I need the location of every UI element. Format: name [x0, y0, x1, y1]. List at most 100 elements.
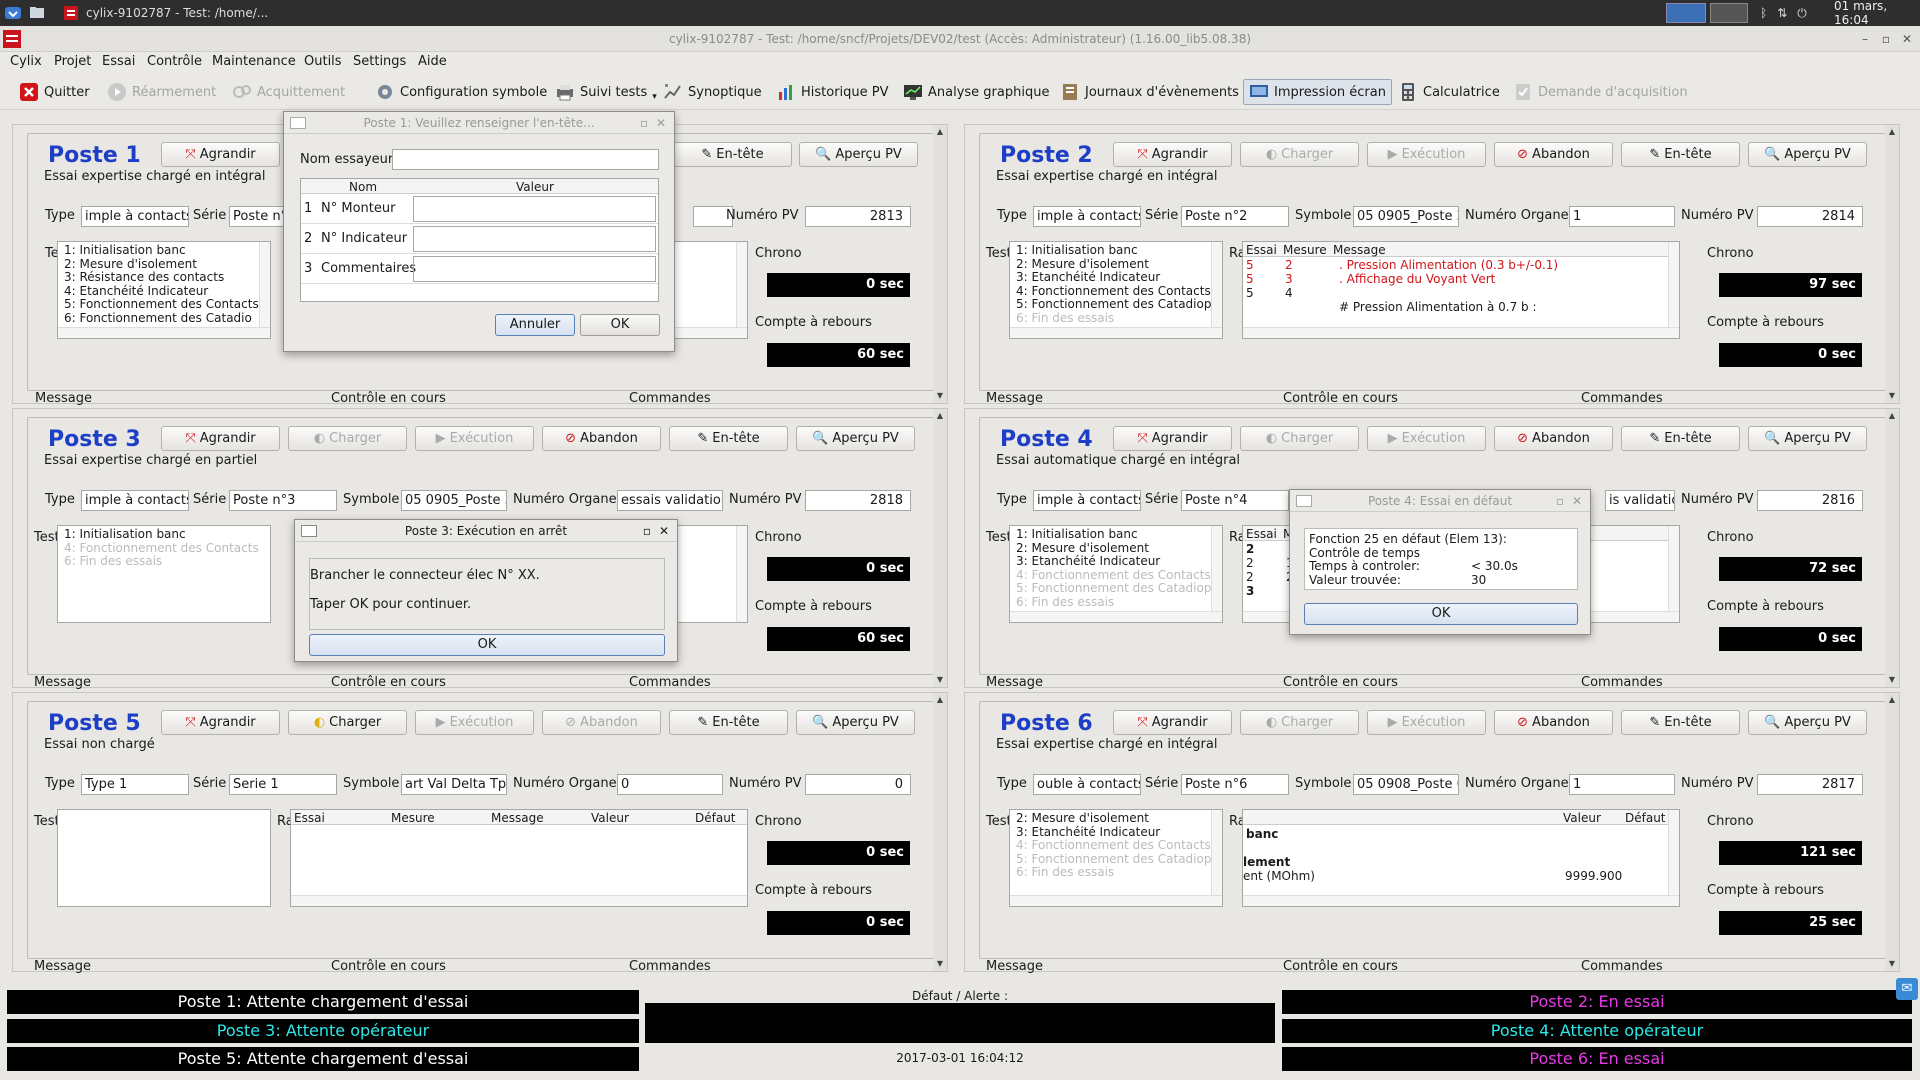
apercu-pv-button[interactable]: 🔍 Aperçu PV	[799, 142, 918, 167]
list-item[interactable]: 4: Fonctionnement des Contacts	[1016, 284, 1216, 299]
scrollbar[interactable]	[1010, 611, 1222, 622]
abandon-button[interactable]: ⊘ Abandon	[542, 426, 661, 451]
numero-pv-field[interactable]: 0	[805, 774, 911, 795]
ok-button[interactable]: OK	[1304, 603, 1578, 625]
journaux-button[interactable]: Journaux d'évènements	[1057, 79, 1242, 105]
tests-list[interactable]: 2: Mesure d'isolement 3: Etanchéité Indi…	[1009, 809, 1223, 907]
list-item[interactable]: 5: Fonctionnement des Catadiop	[1016, 852, 1216, 867]
list-item[interactable]: 1: Initialisation banc	[64, 527, 264, 542]
scrollbar[interactable]	[1668, 242, 1679, 338]
list-item[interactable]: 3: Etanchéité Indicateur	[1016, 270, 1216, 285]
suivi-tests-button[interactable]: Suivi tests ▾	[552, 79, 660, 105]
organe-field[interactable]: is validation	[1605, 490, 1675, 511]
calculatrice-button[interactable]: Calculatrice	[1395, 79, 1503, 105]
commentaires-input[interactable]	[413, 256, 656, 282]
close-button[interactable]: ✕	[659, 520, 669, 542]
ok-button[interactable]: OK	[309, 634, 665, 656]
network-icon[interactable]: ⇅	[1777, 6, 1787, 20]
ok-button[interactable]: OK	[580, 314, 660, 336]
charger-button[interactable]: ◐ Charger	[288, 426, 407, 451]
numero-pv-field[interactable]: 2816	[1757, 490, 1863, 511]
table-row[interactable]: 1 N° Monteur	[301, 194, 658, 224]
serie-field[interactable]: Poste n°4	[1181, 490, 1289, 511]
scrollbar[interactable]	[736, 242, 747, 338]
symbole-field[interactable]: art Val Delta Tps	[401, 774, 507, 795]
list-item[interactable]: 6: Fin des essais	[1016, 865, 1216, 880]
table-row[interactable]: 3	[1246, 584, 1254, 598]
bluetooth-icon[interactable]: ᛒ	[1760, 6, 1767, 20]
list-item[interactable]: 4: Fonctionnement des Contacts	[1016, 568, 1216, 583]
workspace-switcher[interactable]	[1666, 0, 1748, 26]
scrollbar[interactable]	[674, 327, 747, 338]
monteur-input[interactable]	[413, 196, 656, 222]
report-table[interactable]: Essai Mesure Message Valeur Défaut	[290, 809, 748, 907]
panel-scrollbar[interactable]: ▲ ▼	[1885, 125, 1899, 403]
entete-button[interactable]: ✎ En-tête	[1621, 142, 1740, 167]
apercu-pv-button[interactable]: 🔍 Aperçu PV	[1748, 710, 1867, 735]
start-menu-icon[interactable]	[4, 0, 22, 26]
maximize-button[interactable]: ▫	[643, 520, 651, 542]
table-row[interactable]: lement	[1243, 855, 1290, 869]
annuler-button[interactable]: Annuler	[495, 314, 575, 336]
serie-field[interactable]: Poste n°2	[1181, 206, 1289, 227]
list-item[interactable]: 1: Initialisation banc	[1016, 243, 1216, 258]
numero-pv-field[interactable]: 2817	[1757, 774, 1863, 795]
numero-pv-field[interactable]: 2813	[805, 206, 911, 227]
taskbar-window-cylix[interactable]: cylix-9102787 - Test: /home/...	[62, 0, 268, 26]
list-item[interactable]: 2: Mesure d'isolement	[1016, 541, 1216, 556]
close-button[interactable]: ✕	[656, 112, 666, 134]
table-row[interactable]: 2	[1246, 542, 1254, 556]
list-item[interactable]: 2: Mesure d'isolement	[1016, 257, 1216, 272]
agrandir-button[interactable]: ⤧ Agrandir	[161, 426, 280, 451]
menu-cylix[interactable]: Cylix	[10, 54, 42, 69]
list-item[interactable]: 6: Fin des essais	[64, 554, 264, 569]
maximize-button[interactable]: ▫	[640, 112, 648, 134]
acquittement-button[interactable]: Acquittement	[229, 79, 348, 105]
type-field[interactable]: imple à contacts	[1033, 490, 1141, 511]
apercu-pv-button[interactable]: 🔍 Aperçu PV	[796, 426, 915, 451]
scrollbar[interactable]	[1243, 895, 1679, 906]
list-item[interactable]: 4: Etanchéité Indicateur	[64, 284, 264, 299]
entete-button[interactable]: ✎ En-tête	[1621, 426, 1740, 451]
menu-maintenance[interactable]: Maintenance	[212, 54, 296, 69]
serie-field[interactable]: Poste n°6	[1181, 774, 1289, 795]
list-item[interactable]: 4: Fonctionnement des Contacts	[1016, 838, 1216, 853]
type-field[interactable]: imple à contacts	[1033, 206, 1141, 227]
tests-list[interactable]	[57, 809, 271, 907]
list-item[interactable]: 3: Etanchéité Indicateur	[1016, 825, 1216, 840]
nom-essayeur-input[interactable]	[392, 149, 659, 170]
list-item[interactable]: 4: Fonctionnement des Contacts	[64, 541, 264, 556]
tests-list[interactable]: 1: Initialisation banc 2: Mesure d'isole…	[1009, 525, 1223, 623]
panel-scrollbar[interactable]: ▲ ▼	[933, 125, 947, 403]
table-row[interactable]: ent (MOhm) 9999.900	[1243, 869, 1679, 883]
report-table[interactable]	[673, 241, 748, 339]
organe-field[interactable]: essais validation	[617, 490, 723, 511]
type-field[interactable]: Type 1	[81, 774, 189, 795]
scrollbar[interactable]	[291, 895, 747, 906]
tests-list[interactable]: 1: Initialisation banc 2: Mesure d'isole…	[1009, 241, 1223, 339]
indicateur-input[interactable]	[413, 226, 656, 252]
charger-button[interactable]: ◐ Charger	[1240, 426, 1359, 451]
list-item[interactable]: 6: Fonctionnement des Catadio	[64, 311, 264, 326]
entete-button[interactable]: ✎ En-tête	[673, 142, 792, 167]
type-field[interactable]: imple à contacts	[81, 490, 189, 511]
list-item[interactable]: 2: Mesure d'isolement	[1016, 811, 1216, 826]
list-item[interactable]: 5: Fonctionnement des Contacts	[64, 297, 264, 312]
agrandir-button[interactable]: ⤧ Agrandir	[1113, 142, 1232, 167]
close-button[interactable]: ✕	[1572, 490, 1582, 512]
agrandir-button[interactable]: ⤧ Agrandir	[1113, 710, 1232, 735]
report-table[interactable]: Essai Mesure Message 52. Pression Alimenta…	[1242, 241, 1680, 339]
abandon-button[interactable]: ⊘ Abandon	[1494, 710, 1613, 735]
report-table[interactable]: Valeur Défaut banc lement ent (MOhm) 9999.…	[1242, 809, 1680, 907]
files-icon[interactable]	[28, 0, 46, 26]
list-item[interactable]: 6: Fin des essais	[1016, 595, 1216, 610]
apercu-pv-button[interactable]: 🔍 Aperçu PV	[1748, 426, 1867, 451]
apercu-pv-button[interactable]: 🔍 Aperçu PV	[796, 710, 915, 735]
execution-button[interactable]: ▶ Exécution	[415, 710, 534, 735]
menu-settings[interactable]: Settings	[353, 54, 406, 69]
serie-field[interactable]: Serie 1	[229, 774, 337, 795]
menu-essai[interactable]: Essai	[102, 54, 135, 69]
entete-button[interactable]: ✎ En-tête	[1621, 710, 1740, 735]
agrandir-button[interactable]: ⤧ Agrandir	[1113, 426, 1232, 451]
list-item[interactable]: 2: Mesure d'isolement	[64, 257, 264, 272]
